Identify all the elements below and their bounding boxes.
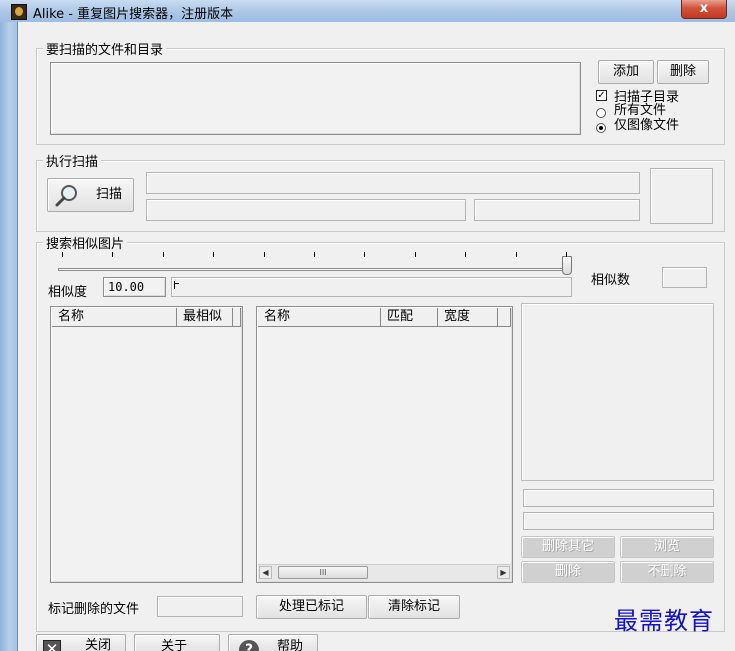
similarity-slider-track[interactable] [58,268,568,271]
close-button[interactable]: ✕ 关闭 [36,634,126,651]
similarity-bar-marker [175,283,179,284]
scroll-left-button[interactable]: ◀ [259,566,272,579]
slider-tick [516,252,517,257]
similarity-bar [171,277,572,297]
scan-button-label: 扫描 [96,187,123,202]
slider-tick [364,252,365,257]
slider-tick [566,252,567,257]
scan-dirs-list[interactable] [50,62,581,135]
delete-image-button[interactable]: 删除 [521,561,615,583]
matches-col-width[interactable]: 宽度 [438,308,498,327]
run-scan-legend: 执行扫描 [43,151,102,170]
run-scan-group [36,160,725,232]
about-button[interactable]: 关于 [134,634,220,651]
slider-tick [62,252,63,257]
groups-col-filler [233,308,241,327]
similar-count-label: 相似数 [591,273,631,288]
delete-others-button[interactable]: 删除其它 [521,536,615,558]
window-title: Alike - 重复图片搜索器，注册版本 [33,7,234,22]
slider-tick [415,252,416,257]
image-preview [521,303,714,481]
slider-tick [213,252,214,257]
scroll-right-button[interactable]: ▶ [497,566,510,579]
add-button[interactable]: 添加 [598,60,654,84]
images-only-radio[interactable] [596,123,606,133]
close-button-label: 关闭 [85,638,112,651]
scan-status-field [146,199,466,221]
about-button-label: 关于 [161,639,188,651]
preview-info-field-2 [523,512,714,530]
preview-info-field-1 [523,489,714,507]
browse-button[interactable]: 浏览 [620,536,714,558]
groups-list[interactable] [50,306,243,583]
window-close-button[interactable]: x [681,0,727,19]
all-files-radio[interactable] [596,108,606,118]
similarity-value-field[interactable]: 10.00 [103,277,166,297]
scan-thumbnail-box [650,168,713,224]
images-only-label: 仅图像文件 [614,118,680,133]
scroll-thumb[interactable]: III [278,566,368,579]
scan-count-field [474,199,640,221]
similarity-slider-thumb[interactable] [562,256,572,275]
similarity-label: 相似度 [48,285,88,300]
search-legend: 搜索相似图片 [43,233,128,252]
marked-files-field [157,596,243,617]
close-x-icon: ✕ [43,640,61,651]
help-question-icon: ? [239,640,259,651]
process-marked-button[interactable]: 处理已标记 [256,595,367,619]
scan-button[interactable]: 扫描 [47,178,134,212]
delete-dir-button[interactable]: 删除 [657,60,709,84]
app-icon [11,4,27,20]
groups-col-name[interactable]: 名称 [52,308,177,327]
slider-tick [465,252,466,257]
watermark: 最需教育 [614,607,714,635]
scan-dirs-legend: 要扫描的文件和目录 [43,39,167,58]
slider-tick [163,252,164,257]
all-files-label: 所有文件 [614,103,667,118]
scan-progress-bar [146,172,640,194]
scan-subdirs-checkbox[interactable]: ✓ [596,90,607,101]
clear-marks-button[interactable]: 清除标记 [368,595,460,619]
matches-col-name[interactable]: 名称 [258,308,381,327]
matches-list[interactable] [256,306,513,583]
similar-count-field [662,267,707,288]
magnifier-icon [55,185,77,207]
matches-col-filler [498,308,511,327]
marked-files-label: 标记删除的文件 [48,602,140,617]
matches-col-match[interactable]: 匹配 [381,308,438,327]
groups-col-most-similar[interactable]: 最相似 [177,308,233,327]
help-button[interactable]: ? 帮助 [228,634,318,651]
similarity-bar-marker-stem [174,281,175,289]
slider-tick [112,252,113,257]
slider-tick [314,252,315,257]
help-button-label: 帮助 [277,639,304,651]
slider-tick [264,252,265,257]
no-delete-button[interactable]: 不删除 [620,561,714,583]
window-frame-left [0,22,18,651]
